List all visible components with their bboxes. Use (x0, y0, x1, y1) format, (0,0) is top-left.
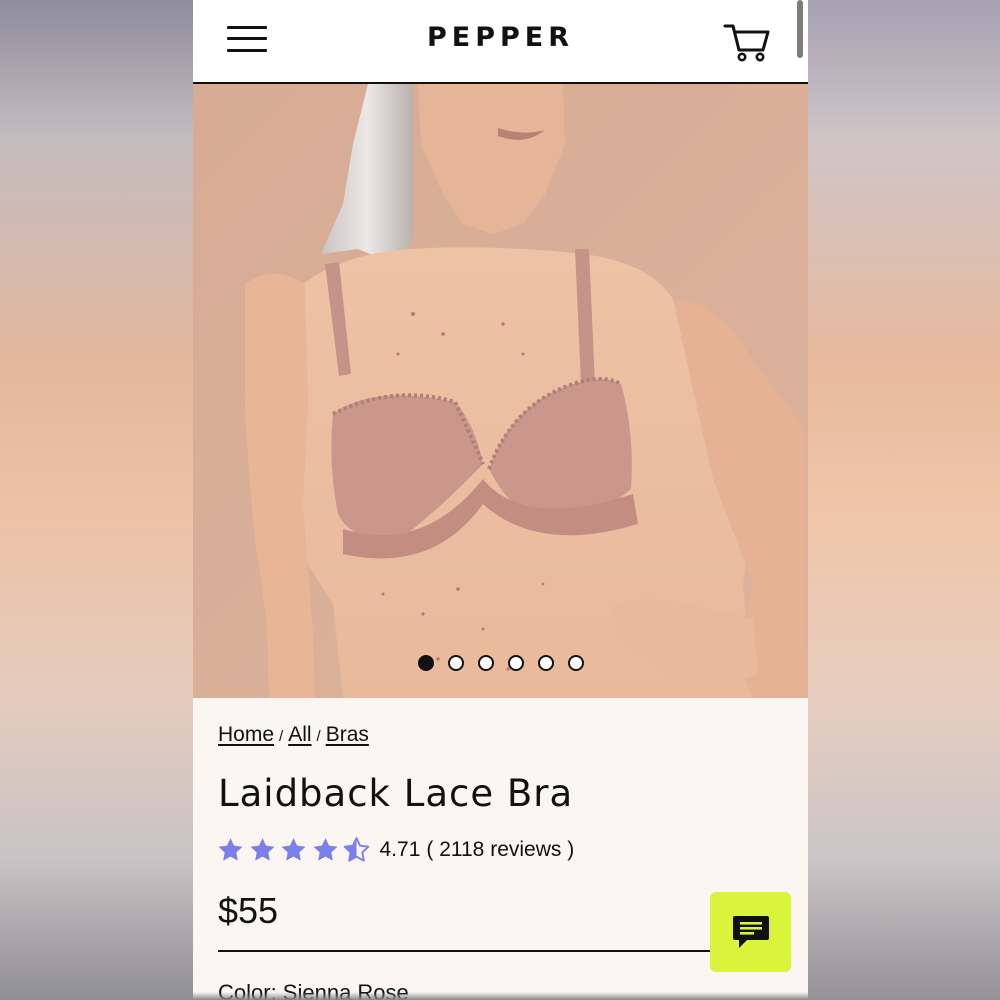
product-image-carousel[interactable] (193, 84, 808, 698)
star-icon (281, 838, 306, 861)
carousel-dot-5[interactable] (537, 655, 554, 671)
carousel-dot-6[interactable] (567, 655, 584, 671)
half-star-icon (343, 837, 370, 862)
review-count-link[interactable]: ( 2118 reviews ) (426, 838, 574, 862)
product-photo (193, 84, 808, 698)
phone-screen: PEPPER Home / All / Bras Laidback Lace B… (193, 0, 808, 1000)
carousel-pagination (193, 655, 808, 671)
shopping-cart-icon[interactable] (723, 20, 771, 64)
star-icon (313, 838, 337, 861)
breadcrumb-separator: / (279, 728, 284, 745)
product-rating[interactable]: 4.71 ( 2118 reviews ) (216, 835, 574, 865)
rating-value: 4.71 (379, 838, 421, 861)
scrollbar[interactable] (797, 0, 803, 58)
rating-stars (216, 836, 374, 864)
star-icon (218, 838, 243, 861)
product-price: $55 (218, 890, 279, 931)
star-icon (250, 838, 274, 861)
carousel-dot-2[interactable] (447, 655, 464, 671)
carousel-dot-1[interactable] (417, 655, 434, 671)
blurred-left-panel (0, 0, 193, 1000)
chat-bubble-icon (732, 916, 769, 948)
breadcrumb-all-link[interactable]: All (288, 723, 311, 746)
breadcrumb: Home / All / Bras (218, 723, 369, 747)
bottom-edge-shadow (193, 992, 808, 1000)
chat-button[interactable] (710, 892, 791, 972)
product-title: Laidback Lace Bra (218, 772, 574, 815)
breadcrumb-bras-link[interactable]: Bras (326, 723, 369, 746)
top-nav-bar: PEPPER (193, 0, 808, 84)
carousel-dot-4[interactable] (507, 655, 524, 671)
carousel-dot-3[interactable] (477, 655, 494, 671)
blurred-right-panel (808, 0, 1000, 1000)
breadcrumb-separator: / (316, 728, 321, 745)
divider (218, 950, 710, 952)
brand-logo[interactable]: PEPPER (193, 22, 808, 53)
breadcrumb-home-link[interactable]: Home (218, 723, 274, 746)
